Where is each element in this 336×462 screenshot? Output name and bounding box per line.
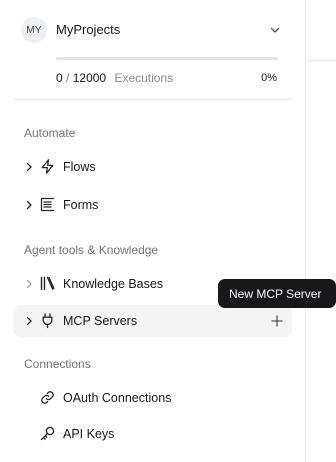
sidebar-item-label: API Keys [63, 427, 115, 441]
sidebar-item-label: Forms [63, 198, 99, 212]
library-icon [40, 276, 55, 291]
divider [13, 99, 292, 100]
usage-percent: 0% [261, 72, 277, 84]
chevron-right-icon[interactable] [23, 278, 35, 290]
project-switcher[interactable]: MY MyProjects [13, 12, 292, 48]
main-header-divider [307, 60, 336, 61]
section-title-automate: Automate [24, 126, 76, 140]
sidebar-item-api-keys[interactable]: API Keys [13, 418, 292, 450]
plug-icon [42, 313, 53, 329]
section-title-agent-tools: Agent tools & Knowledge [24, 243, 159, 257]
project-name: MyProjects [56, 22, 121, 37]
sidebar-item-flows[interactable]: Flows [13, 151, 292, 183]
usage-limit: 12000 [72, 71, 107, 85]
project-avatar: MY [21, 17, 47, 43]
sidebar-item-forms[interactable]: Forms [13, 189, 292, 221]
sidebar-item-mcp-servers[interactable]: MCP Servers [13, 305, 292, 337]
chevron-right-icon[interactable] [23, 199, 35, 211]
zap-icon [41, 159, 54, 174]
key-icon [40, 426, 55, 441]
link-icon [41, 391, 54, 404]
section-title-connections: Connections [24, 357, 91, 371]
sidebar-item-label: Flows [63, 160, 96, 174]
sidebar-item-oauth-connections[interactable]: OAuth Connections [13, 382, 292, 414]
tooltip-text: New MCP Server [229, 286, 322, 301]
usage-separator: / [66, 71, 70, 85]
chevron-right-icon[interactable] [23, 315, 35, 327]
usage-progress-bar [56, 57, 278, 60]
sidebar: MY MyProjects 0 / 12000 Executions 0% Au… [0, 0, 306, 462]
sidebar-item-label: MCP Servers [63, 314, 138, 328]
chevron-right-icon[interactable] [23, 161, 35, 173]
main-content-area [307, 0, 336, 462]
usage-label: Executions [114, 71, 174, 85]
plus-icon[interactable] [270, 314, 284, 328]
form-icon [40, 197, 55, 212]
usage-used: 0 [56, 71, 63, 85]
tooltip-new-mcp-server: New MCP Server [218, 279, 336, 308]
sidebar-item-label: OAuth Connections [63, 391, 172, 405]
sidebar-item-label: Knowledge Bases [63, 277, 164, 291]
chevron-down-icon[interactable] [268, 23, 282, 37]
usage-count: 0 / 12000 Executions [56, 71, 173, 85]
